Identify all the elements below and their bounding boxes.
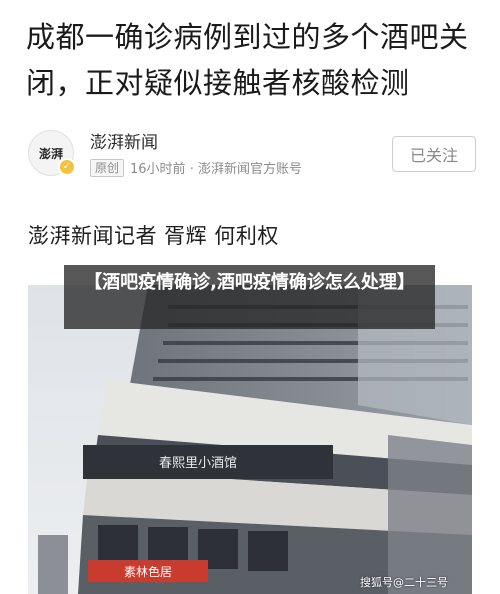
article-photo: 春熙里小酒馆 素林色居 搜狐号@二十三号 xyxy=(28,285,472,594)
article-byline: 澎湃新闻记者 胥辉 何利权 xyxy=(28,224,279,248)
shop-sign: 春熙里小酒馆 xyxy=(159,456,237,471)
author-name[interactable]: 澎湃新闻 xyxy=(90,128,158,153)
article-headline: 成都一确诊病例到过的多个酒吧关闭，正对疑似接触者核酸检测 xyxy=(26,20,469,100)
follow-button[interactable]: 已关注 xyxy=(392,136,476,172)
original-badge: 原创 xyxy=(90,158,125,177)
watermark: 搜狐号@二十三号 xyxy=(360,576,448,589)
verified-check-icon: ✓ xyxy=(58,158,76,176)
author-row: 澎湃 ✓ 澎湃新闻 原创 16小时前 · 澎湃新闻官方账号 已关注 xyxy=(28,128,476,184)
author-meta: 原创 16小时前 · 澎湃新闻官方账号 xyxy=(90,158,302,177)
lower-sign: 素林色居 xyxy=(124,565,172,579)
overlay-title: 【酒吧疫情确诊,酒吧疫情确诊怎么处理】 xyxy=(64,265,435,329)
building-illustration: 春熙里小酒馆 素林色居 xyxy=(28,285,472,594)
publish-meta-text: 16小时前 · 澎湃新闻官方账号 xyxy=(130,162,302,177)
avatar-logo-text: 澎湃 xyxy=(38,146,63,161)
